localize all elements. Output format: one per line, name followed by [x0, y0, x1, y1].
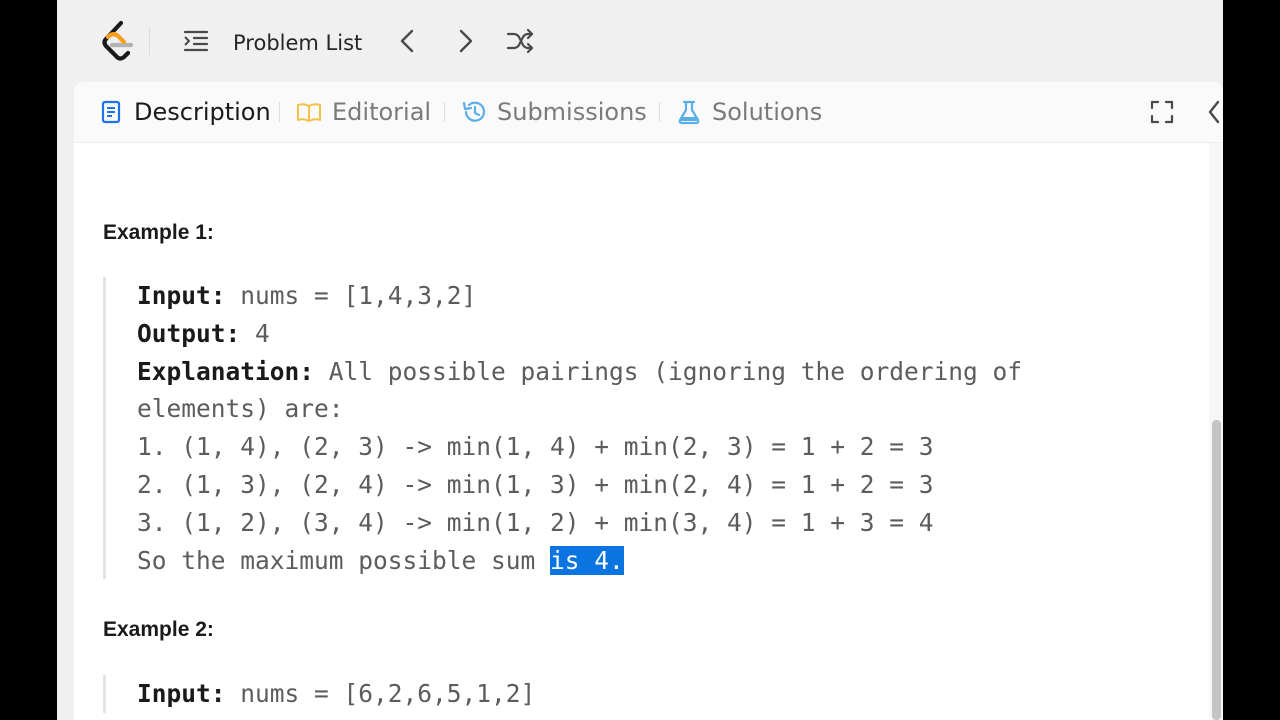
tab-solutions[interactable]: Solutions [676, 96, 822, 128]
history-icon [462, 101, 486, 122]
input-label: Input: [137, 281, 226, 310]
top-navigation-bar: Problem List [57, 0, 1223, 82]
tab-editorial-label: Editorial [332, 98, 432, 126]
browser-window: Problem List Description Editorial Submi… [57, 0, 1223, 720]
shuffle-icon[interactable] [505, 26, 535, 56]
output-value: 4 [255, 318, 270, 348]
flask-icon [678, 100, 700, 125]
problem-list-link[interactable]: Problem List [233, 29, 362, 57]
example-1-input-line: Input: nums = [1,4,3,2] [137, 277, 1022, 315]
topbar-divider [149, 27, 150, 55]
problem-list-icon[interactable] [183, 28, 209, 54]
explanation-line: 2. (1, 3), (2, 4) -> min(1, 3) + min(2, … [137, 469, 934, 499]
final-line-text: So the maximum possible sum [137, 545, 551, 575]
next-problem-icon[interactable] [450, 26, 480, 56]
description-panel: Description Editorial Submissions Soluti… [74, 82, 1223, 720]
expand-icon[interactable] [1148, 98, 1176, 126]
tab-submissions-label: Submissions [497, 98, 647, 126]
explanation-line: 1. (1, 4), (2, 3) -> min(1, 4) + min(2, … [137, 432, 934, 462]
example-1-explanation-line: Explanation: All possible pairings (igno… [137, 353, 1022, 391]
example-1-output-line: Output: 4 [137, 315, 1022, 353]
input-label: Input: [137, 679, 226, 708]
problem-description-content: Example 1: Input: nums = [1,4,3,2] Output… [74, 143, 1209, 720]
example-1-heading: Example 1: [103, 221, 214, 244]
previous-problem-icon[interactable] [393, 26, 423, 56]
document-icon [101, 100, 121, 124]
tab-submissions[interactable]: Submissions [461, 96, 647, 128]
tab-solutions-label: Solutions [712, 98, 823, 126]
example-2-input-line: Input: nums = [6,2,6,5,1,2] [137, 675, 535, 713]
tab-divider [659, 102, 660, 122]
leetcode-logo-icon[interactable] [97, 20, 137, 62]
panel-tab-bar: Description Editorial Submissions Soluti… [74, 82, 1223, 143]
explanation-final-line: So the maximum possible sum is 4. [137, 542, 1022, 580]
tab-description[interactable]: Description [98, 96, 271, 128]
example-1-block: Input: nums = [1,4,3,2] Output: 4 Explanat… [103, 277, 1022, 580]
explanation-line: 3. (1, 2), (3, 4) -> min(1, 2) + min(3, … [137, 507, 934, 537]
selected-text[interactable]: is 4. [550, 545, 624, 575]
example-2-block: Input: nums = [6,2,6,5,1,2] [103, 675, 535, 713]
scrollbar-thumb[interactable] [1212, 420, 1221, 720]
input-value: nums = [6,2,6,5,1,2] [240, 679, 536, 708]
book-icon [297, 103, 321, 122]
explanation-label: Explanation: [137, 356, 315, 386]
tab-editorial[interactable]: Editorial [296, 96, 431, 128]
explanation-text: All possible pairings (ignoring the orde… [328, 356, 1023, 386]
tab-description-label: Description [134, 98, 271, 126]
explanation-line: elements) are: [137, 394, 344, 424]
chevron-left-icon[interactable] [1202, 98, 1222, 126]
example-2-heading: Example 2: [103, 618, 214, 641]
output-label: Output: [137, 318, 241, 348]
tab-divider [279, 102, 280, 122]
input-value: nums = [1,4,3,2] [240, 281, 477, 310]
tab-divider [444, 102, 445, 122]
